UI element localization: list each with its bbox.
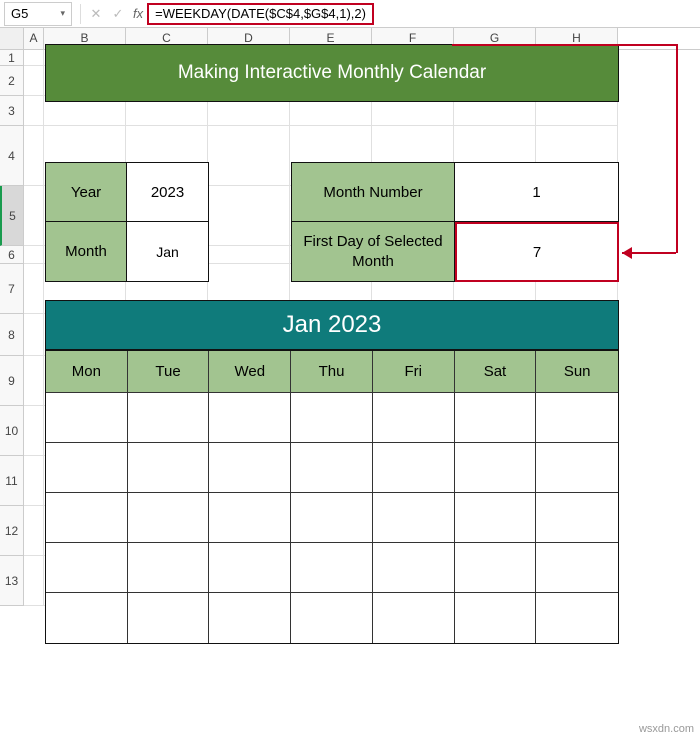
cell[interactable] bbox=[208, 246, 290, 264]
day-header-tue: Tue bbox=[128, 351, 210, 393]
calendar-cell[interactable] bbox=[46, 543, 128, 593]
calendar-cell[interactable] bbox=[455, 593, 537, 643]
fx-icon[interactable]: fx bbox=[133, 6, 143, 21]
cell[interactable] bbox=[24, 406, 44, 456]
row-header-6[interactable]: 6 bbox=[0, 246, 24, 264]
chevron-down-icon[interactable]: ▾ bbox=[60, 8, 65, 19]
cell[interactable] bbox=[24, 506, 44, 556]
month-value-cell[interactable]: Jan bbox=[127, 222, 209, 282]
row-header-10[interactable]: 10 bbox=[0, 406, 24, 456]
calendar-cell[interactable] bbox=[128, 593, 210, 643]
name-box-value: G5 bbox=[11, 6, 28, 21]
cell[interactable] bbox=[208, 186, 290, 246]
first-day-label: First Day of Selected Month bbox=[291, 222, 455, 282]
row-header-13[interactable]: 13 bbox=[0, 556, 24, 606]
calendar-cell[interactable] bbox=[536, 493, 618, 543]
day-header-sun: Sun bbox=[536, 351, 618, 393]
day-header-mon: Mon bbox=[46, 351, 128, 393]
cell[interactable] bbox=[208, 126, 290, 186]
cancel-formula-icon[interactable]: ✕ bbox=[85, 6, 107, 22]
day-header-fri: Fri bbox=[373, 351, 455, 393]
calendar-cell[interactable] bbox=[455, 543, 537, 593]
divider bbox=[80, 4, 81, 24]
cell[interactable] bbox=[24, 314, 44, 356]
cell[interactable] bbox=[24, 556, 44, 606]
calendar-cell[interactable] bbox=[291, 393, 373, 443]
calendar-cell[interactable] bbox=[373, 393, 455, 443]
row-header-9[interactable]: 9 bbox=[0, 356, 24, 406]
day-header-wed: Wed bbox=[209, 351, 291, 393]
calendar-cell[interactable] bbox=[373, 443, 455, 493]
calendar-grid: Mon Tue Wed Thu Fri Sat Sun bbox=[45, 350, 619, 644]
month-number-value-cell[interactable]: 1 bbox=[455, 162, 619, 222]
calendar-cell[interactable] bbox=[128, 443, 210, 493]
year-label: Year bbox=[45, 162, 127, 222]
arrow-icon bbox=[622, 247, 632, 259]
calendar-cell[interactable] bbox=[128, 493, 210, 543]
calendar-cell[interactable] bbox=[536, 443, 618, 493]
cell[interactable] bbox=[24, 66, 44, 96]
cell[interactable] bbox=[24, 246, 44, 264]
cell[interactable] bbox=[24, 96, 44, 126]
cell[interactable] bbox=[24, 186, 44, 246]
calendar-cell[interactable] bbox=[455, 393, 537, 443]
calendar-cell[interactable] bbox=[209, 393, 291, 443]
watermark: wsxdn.com bbox=[639, 723, 694, 735]
first-day-value-cell[interactable]: 7 bbox=[455, 222, 619, 282]
formula-text: =WEEKDAY(DATE($C$4,$G$4,1),2) bbox=[155, 6, 366, 21]
cell[interactable] bbox=[24, 264, 44, 314]
year-value-cell[interactable]: 2023 bbox=[127, 162, 209, 222]
accept-formula-icon[interactable]: ✓ bbox=[107, 6, 129, 22]
calendar-cell[interactable] bbox=[128, 543, 210, 593]
cell[interactable] bbox=[24, 126, 44, 186]
select-all-corner[interactable] bbox=[0, 28, 24, 49]
calendar-cell[interactable] bbox=[46, 393, 128, 443]
month-label: Month bbox=[45, 222, 127, 282]
calendar-cell[interactable] bbox=[536, 593, 618, 643]
row-header-4[interactable]: 4 bbox=[0, 126, 24, 186]
calendar-cell[interactable] bbox=[455, 493, 537, 543]
calendar-cell[interactable] bbox=[209, 593, 291, 643]
calendar-cell[interactable] bbox=[291, 543, 373, 593]
calendar-cell[interactable] bbox=[536, 543, 618, 593]
cell[interactable] bbox=[24, 356, 44, 406]
row-header-11[interactable]: 11 bbox=[0, 456, 24, 506]
row-header-7[interactable]: 7 bbox=[0, 264, 24, 314]
calendar-cell[interactable] bbox=[373, 493, 455, 543]
row-header-3[interactable]: 3 bbox=[0, 96, 24, 126]
calendar-cell[interactable] bbox=[455, 443, 537, 493]
month-number-label: Month Number bbox=[291, 162, 455, 222]
calendar-cell[interactable] bbox=[46, 443, 128, 493]
row-header-12[interactable]: 12 bbox=[0, 506, 24, 556]
calendar-cell[interactable] bbox=[291, 493, 373, 543]
cell[interactable] bbox=[24, 456, 44, 506]
col-header-a[interactable]: A bbox=[24, 28, 44, 49]
calendar-cell[interactable] bbox=[373, 543, 455, 593]
calendar-title: Jan 2023 bbox=[45, 300, 619, 350]
row-header-8[interactable]: 8 bbox=[0, 314, 24, 356]
row-header-2[interactable]: 2 bbox=[0, 66, 24, 96]
calendar-cell[interactable] bbox=[373, 593, 455, 643]
calendar-cell[interactable] bbox=[46, 493, 128, 543]
callout-arrow bbox=[452, 44, 678, 46]
calendar-cell[interactable] bbox=[209, 493, 291, 543]
page-title: Making Interactive Monthly Calendar bbox=[45, 44, 619, 102]
cell[interactable] bbox=[24, 50, 44, 66]
day-header-sat: Sat bbox=[455, 351, 537, 393]
formula-bar[interactable]: =WEEKDAY(DATE($C$4,$G$4,1),2) bbox=[147, 3, 374, 25]
calendar-cell[interactable] bbox=[128, 393, 210, 443]
calendar-cell[interactable] bbox=[291, 593, 373, 643]
calendar-cell[interactable] bbox=[209, 543, 291, 593]
calendar-cell[interactable] bbox=[536, 393, 618, 443]
row-header-5[interactable]: 5 bbox=[0, 186, 24, 246]
calendar-cell[interactable] bbox=[291, 443, 373, 493]
row-header-1[interactable]: 1 bbox=[0, 50, 24, 66]
name-box[interactable]: G5 ▾ bbox=[4, 2, 72, 26]
calendar-cell[interactable] bbox=[46, 593, 128, 643]
callout-arrow bbox=[676, 46, 678, 253]
day-header-thu: Thu bbox=[291, 351, 373, 393]
calendar-cell[interactable] bbox=[209, 443, 291, 493]
